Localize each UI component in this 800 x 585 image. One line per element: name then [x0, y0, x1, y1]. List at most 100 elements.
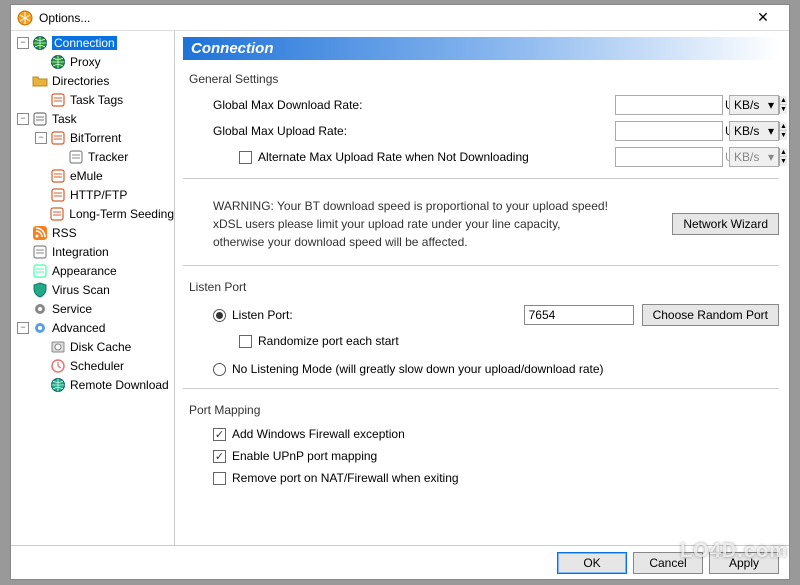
- chevron-down-icon: ▾: [768, 150, 774, 164]
- chevron-down-icon: ▾: [768, 124, 774, 138]
- chevron-up-icon: ▲: [780, 96, 787, 105]
- label-alt-upload: Alternate Max Upload Rate when Not Downl…: [258, 150, 615, 164]
- sidebar-item-appearance[interactable]: Appearance: [13, 261, 174, 280]
- sidebar-item-label: Service: [52, 302, 92, 316]
- window-title: Options...: [39, 11, 743, 25]
- sidebar-item-scheduler[interactable]: Scheduler: [13, 356, 174, 375]
- page-title: Connection: [183, 37, 779, 60]
- row-upnp: ✓ Enable UPnP port mapping: [213, 449, 779, 463]
- warning-text: WARNING: Your BT download speed is propo…: [213, 197, 672, 251]
- sidebar-item-long-term-seeding[interactable]: Long-Term Seeding: [13, 204, 174, 223]
- divider: [183, 265, 779, 266]
- label-upnp: Enable UPnP port mapping: [232, 449, 377, 463]
- radio-no-listen[interactable]: [213, 363, 226, 376]
- palette-icon: [32, 263, 48, 279]
- network-wizard-button[interactable]: Network Wizard: [672, 213, 779, 235]
- row-firewall: ✓ Add Windows Firewall exception: [213, 427, 779, 441]
- sidebar-item-label: eMule: [70, 169, 103, 183]
- divider: [183, 388, 779, 389]
- sidebar-item-bittorrent[interactable]: − BitTorrent: [13, 128, 174, 147]
- section-mapping-title: Port Mapping: [189, 403, 779, 417]
- unit-max-download[interactable]: KB/s▾: [729, 95, 779, 115]
- sidebar-item-service[interactable]: Service: [13, 299, 174, 318]
- radio-listen-port[interactable]: [213, 309, 226, 322]
- row-randomize: Randomize port each start: [239, 334, 779, 348]
- sidebar-item-advanced[interactable]: −Advanced: [13, 318, 174, 337]
- sidebar-item-label: BitTorrent: [70, 131, 121, 145]
- emule-icon: [50, 168, 66, 184]
- sidebar-item-label: Integration: [52, 245, 109, 259]
- unit-max-upload[interactable]: KB/s▾: [729, 121, 779, 141]
- sidebar-item-label: RSS: [52, 226, 77, 240]
- http-icon: [50, 187, 66, 203]
- sidebar-item-label: Directories: [52, 74, 109, 88]
- bt-icon: [50, 130, 66, 146]
- sidebar-item-disk-cache[interactable]: Disk Cache: [13, 337, 174, 356]
- rss-icon: [32, 225, 48, 241]
- checkbox-randomize[interactable]: [239, 335, 252, 348]
- label-no-listen: No Listening Mode (will greatly slow dow…: [232, 362, 604, 376]
- title-bar[interactable]: Options... ✕: [11, 5, 789, 31]
- sidebar-item-tracker[interactable]: Tracker: [13, 147, 174, 166]
- sidebar-item-proxy[interactable]: Proxy: [13, 52, 174, 71]
- app-icon: [17, 10, 33, 26]
- label-randomize: Randomize port each start: [258, 334, 399, 348]
- remote-icon: [50, 377, 66, 393]
- section-listen-title: Listen Port: [189, 280, 779, 294]
- sidebar-item-task[interactable]: − Task: [13, 109, 174, 128]
- chevron-down-icon: ▼: [780, 131, 787, 140]
- seed-icon: [49, 206, 65, 222]
- tree-toggle-icon[interactable]: −: [17, 322, 29, 334]
- tag-icon: [50, 92, 66, 108]
- label-max-upload: Global Max Upload Rate:: [213, 124, 615, 138]
- clock-icon: [50, 358, 66, 374]
- row-no-listen: No Listening Mode (will greatly slow dow…: [213, 362, 779, 376]
- label-remove-port: Remove port on NAT/Firewall when exiting: [232, 471, 459, 485]
- ok-button[interactable]: OK: [557, 552, 627, 574]
- warning-block: WARNING: Your BT download speed is propo…: [213, 197, 779, 251]
- sidebar-item-integration[interactable]: Integration: [13, 242, 174, 261]
- sidebar-item-http-ftp[interactable]: HTTP/FTP: [13, 185, 174, 204]
- sidebar-item-directories[interactable]: Directories: [13, 71, 174, 90]
- checkbox-upnp[interactable]: ✓: [213, 450, 226, 463]
- folder-icon: [32, 73, 48, 89]
- input-max-upload[interactable]: ▲▼: [615, 121, 723, 141]
- cancel-button[interactable]: Cancel: [633, 552, 703, 574]
- row-max-upload: Global Max Upload Rate: ▲▼ KB/s▾: [213, 121, 779, 141]
- row-remove-port: Remove port on NAT/Firewall when exiting: [213, 471, 779, 485]
- sidebar-item-rss[interactable]: RSS: [13, 223, 174, 242]
- sidebar-item-connection[interactable]: −Connection: [13, 33, 174, 52]
- tree-toggle-icon[interactable]: −: [17, 37, 29, 49]
- sidebar-item-label: Long-Term Seeding: [69, 207, 174, 221]
- apply-button[interactable]: Apply: [709, 552, 779, 574]
- chevron-up-icon: ▲: [780, 148, 787, 157]
- sidebar-item-emule[interactable]: eMule: [13, 166, 174, 185]
- checkbox-remove-port[interactable]: [213, 472, 226, 485]
- sidebar-tree[interactable]: −ConnectionProxyDirectoriesTask Tags−Tas…: [11, 31, 175, 545]
- sidebar-item-label: Virus Scan: [52, 283, 110, 297]
- input-max-download[interactable]: ▲▼: [615, 95, 723, 115]
- label-max-download: Global Max Download Rate:: [213, 98, 615, 112]
- input-listen-port[interactable]: [524, 305, 634, 325]
- tree-toggle-icon[interactable]: −: [17, 113, 29, 125]
- task-icon: [32, 111, 48, 127]
- sidebar-item-task-tags[interactable]: Task Tags: [13, 90, 174, 109]
- options-window: Options... ✕ −ConnectionProxyDirectories…: [10, 4, 790, 580]
- choose-random-port-button[interactable]: Choose Random Port: [642, 304, 779, 326]
- close-button[interactable]: ✕: [743, 6, 783, 30]
- sidebar-item-remote-download[interactable]: Remote Download: [13, 375, 174, 394]
- tree-toggle-icon[interactable]: −: [35, 132, 47, 144]
- sidebar-item-label: Tracker: [88, 150, 128, 164]
- puzzle-icon: [32, 244, 48, 260]
- checkbox-firewall[interactable]: ✓: [213, 428, 226, 441]
- sidebar-item-label: Scheduler: [70, 359, 124, 373]
- window-body: −ConnectionProxyDirectoriesTask Tags−Tas…: [11, 31, 789, 545]
- spinner-max-upload[interactable]: ▲▼: [779, 122, 787, 140]
- spinner-max-download[interactable]: ▲▼: [779, 96, 787, 114]
- disk-icon: [50, 339, 66, 355]
- row-max-download: Global Max Download Rate: ▲▼ KB/s▾: [213, 95, 779, 115]
- sidebar-item-virus-scan[interactable]: Virus Scan: [13, 280, 174, 299]
- checkbox-alt-upload[interactable]: [239, 151, 252, 164]
- sidebar-item-label: Task: [52, 112, 77, 126]
- globe-icon: [32, 35, 48, 51]
